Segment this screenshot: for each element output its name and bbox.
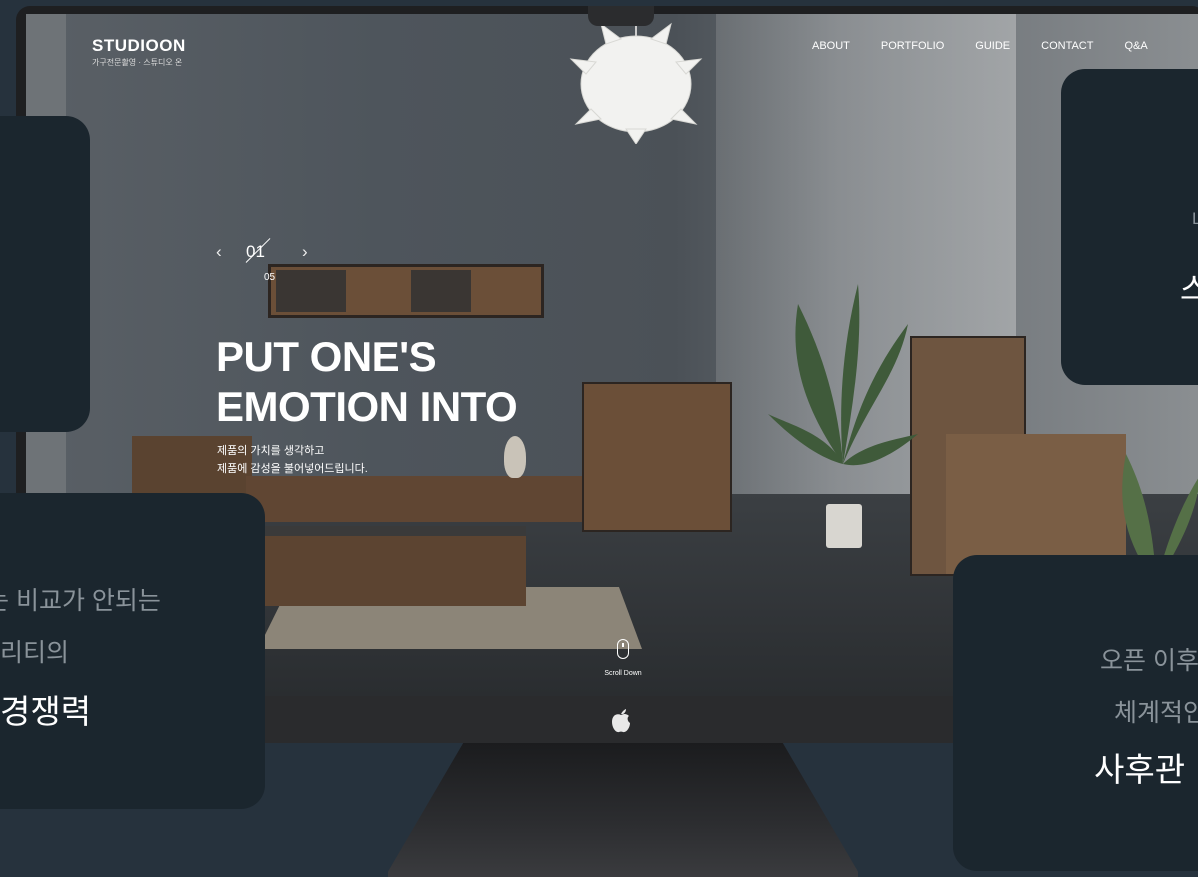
hero-title-line2: EMOTION INTO: [216, 383, 518, 430]
feature-card-top-left: [0, 116, 90, 432]
display-cabinet-image: [582, 382, 732, 532]
coffee-table-image: [264, 526, 526, 606]
plant-image: [768, 284, 918, 548]
slide-total: 05: [264, 272, 276, 283]
hero-sub-line1: 제품의 가치를 생각하고: [217, 445, 325, 457]
main-nav: ABOUT PORTFOLIO GUIDE CONTACT Q&A: [812, 40, 1148, 52]
card-br-line2: 체계적인: [1114, 699, 1198, 727]
card-bl-line2: 리티의: [0, 639, 70, 667]
nav-about[interactable]: ABOUT: [812, 40, 850, 52]
nav-contact[interactable]: CONTACT: [1041, 40, 1093, 52]
card-br-line1: 오픈 이후: [1100, 647, 1198, 675]
feature-card-bottom-right: 오픈 이후 체계적인 사후관: [953, 555, 1198, 871]
prev-slide-button[interactable]: ‹: [216, 242, 222, 262]
imac-stand: [388, 743, 858, 877]
logo-wordmark: STUDIOON: [92, 36, 186, 55]
logo-on: ON: [159, 36, 186, 55]
tv-console-image: [246, 476, 586, 522]
card-bl-line3: 경쟁력: [0, 693, 92, 730]
hero-title-line1: PUT ONE'S: [216, 333, 437, 380]
card-tr-line2: 스: [1180, 272, 1198, 307]
camera-notch: [588, 6, 654, 26]
scroll-down-button[interactable]: Scroll Down: [598, 639, 648, 680]
feature-card-top-right: L 스: [1061, 69, 1198, 385]
vase-image: [504, 436, 526, 478]
hero-title: PUT ONE'S EMOTION INTO: [216, 332, 576, 432]
nav-guide[interactable]: GUIDE: [975, 40, 1010, 52]
feature-card-bottom-left: 는 비교가 안되는 리티의 경쟁력: [0, 493, 265, 809]
next-slide-button[interactable]: ›: [302, 242, 308, 262]
mouse-icon: [617, 639, 629, 659]
card-tr-line1: L: [1192, 209, 1198, 228]
dresser-image: [946, 434, 1126, 574]
nav-portfolio[interactable]: PORTFOLIO: [881, 40, 944, 52]
card-bl-line1: 는 비교가 안되는: [0, 587, 161, 615]
pendant-lamp-image: [569, 14, 703, 144]
hero-subtitle: 제품의 가치를 생각하고 제품에 감성을 불어넣어드립니다.: [217, 442, 368, 478]
nav-qna[interactable]: Q&A: [1124, 40, 1147, 52]
card-br-line3: 사후관: [1094, 751, 1186, 788]
logo-tagline: 가구전문촬영 · 스튜디오 온: [92, 58, 183, 67]
hero-sub-line2: 제품에 감성을 불어넣어드립니다.: [217, 463, 368, 475]
scroll-down-label: Scroll Down: [604, 670, 642, 677]
site-logo[interactable]: STUDIOON 가구전문촬영 · 스튜디오 온: [92, 36, 186, 68]
wall-shelf-image: [268, 264, 544, 318]
apple-logo-icon: [612, 709, 630, 733]
